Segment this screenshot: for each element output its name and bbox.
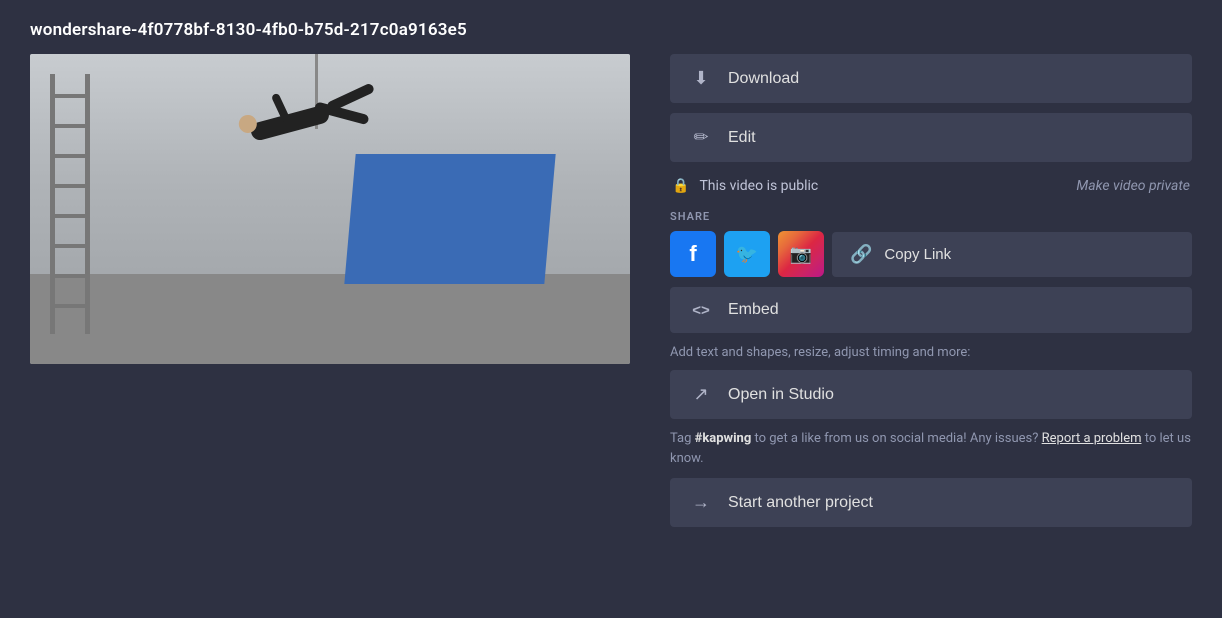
share-buttons-row: f 🐦 📷 🔗 Copy Link (670, 231, 1192, 277)
start-another-project-button[interactable]: → Start another project (670, 478, 1192, 527)
visibility-row: 🔒 This video is public Make video privat… (670, 172, 1192, 200)
main-content: ⬇ Download ✏ Edit 🔒 This video is public… (30, 54, 1192, 527)
instagram-share-button[interactable]: 📷 (778, 231, 824, 277)
video-thumbnail (30, 54, 630, 364)
controls-panel: ⬇ Download ✏ Edit 🔒 This video is public… (670, 54, 1192, 527)
twitter-icon: 🐦 (736, 244, 758, 265)
share-section: SHARE f 🐦 📷 🔗 (670, 210, 1192, 277)
page-title: wondershare-4f0778bf-8130-4fb0-b75d-217c… (30, 20, 1192, 40)
chain-icon: 🔗 (850, 244, 872, 265)
studio-description: Add text and shapes, resize, adjust timi… (670, 345, 1192, 360)
embed-button[interactable]: <> Embed (670, 287, 1192, 333)
report-problem-link[interactable]: Report a problem (1042, 431, 1142, 446)
facebook-icon: f (689, 241, 696, 267)
tag-text: Tag #kapwing to get a like from us on so… (670, 429, 1192, 468)
copy-link-button[interactable]: 🔗 Copy Link (832, 232, 1192, 277)
download-button[interactable]: ⬇ Download (670, 54, 1192, 103)
edit-icon: ✏ (690, 127, 712, 148)
facebook-share-button[interactable]: f (670, 231, 716, 277)
edit-button[interactable]: ✏ Edit (670, 113, 1192, 162)
instagram-icon: 📷 (790, 244, 812, 265)
external-link-icon: ↗ (690, 384, 712, 405)
download-icon: ⬇ (690, 68, 712, 89)
open-in-studio-button[interactable]: ↗ Open in Studio (670, 370, 1192, 419)
lock-icon: 🔒 (672, 178, 689, 194)
share-label: SHARE (670, 210, 1192, 223)
make-private-link[interactable]: Make video private (1076, 178, 1190, 194)
video-panel (30, 54, 630, 364)
hashtag-kapwing: #kapwing (695, 431, 752, 446)
visibility-status: 🔒 This video is public (672, 178, 818, 194)
twitter-share-button[interactable]: 🐦 (724, 231, 770, 277)
embed-icon: <> (690, 302, 712, 319)
arrow-right-icon: → (690, 492, 712, 513)
